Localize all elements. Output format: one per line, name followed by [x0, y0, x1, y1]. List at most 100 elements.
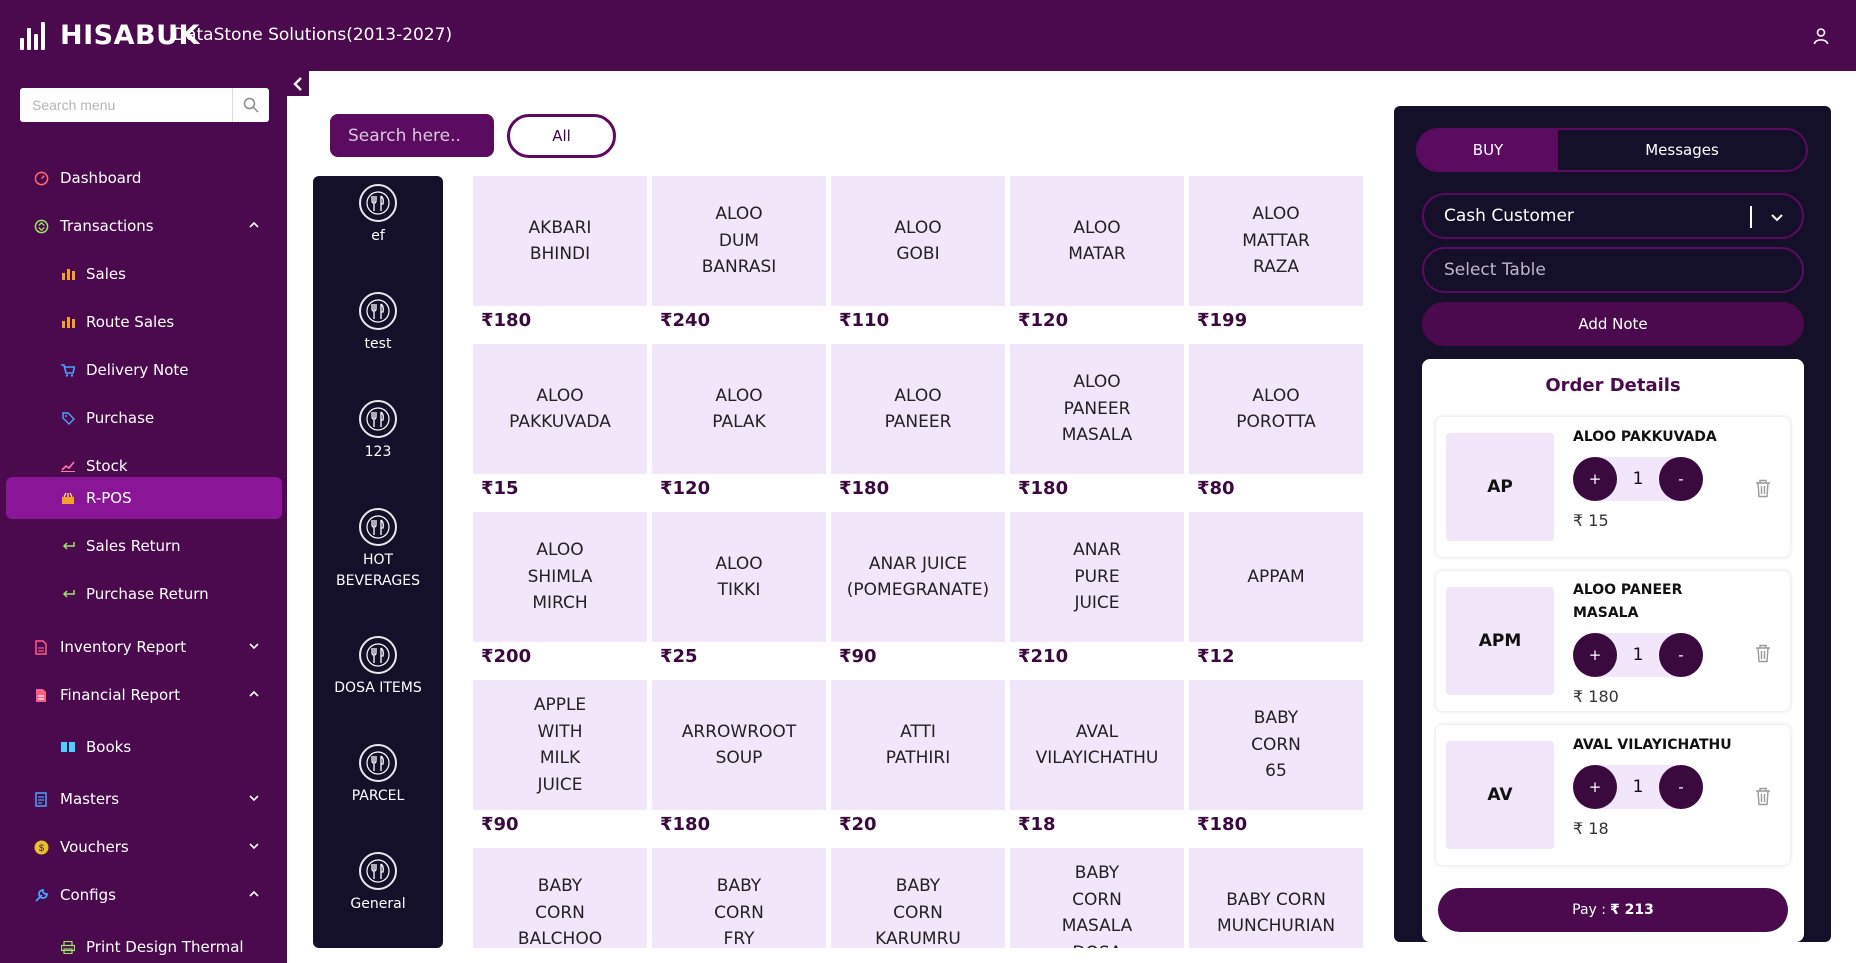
product-tile[interactable]: ALOO SHIMLA MIRCH	[473, 512, 647, 642]
user-icon[interactable]	[1808, 23, 1834, 49]
category-item[interactable]: 123	[313, 400, 443, 463]
product-price: ₹20	[839, 814, 877, 835]
product-price: ₹80	[1197, 478, 1235, 499]
quantity-value[interactable]: 1	[1617, 765, 1659, 809]
tab-messages[interactable]: Messages	[1558, 130, 1806, 170]
svg-text:$: $	[38, 843, 43, 853]
restaurant-icon	[359, 508, 397, 546]
add-note-button[interactable]: Add Note	[1422, 302, 1804, 346]
restaurant-icon	[359, 636, 397, 674]
trash-icon[interactable]	[1754, 643, 1772, 663]
book-icon	[60, 739, 76, 755]
sidebar-item-r-pos[interactable]: R-POS	[6, 477, 282, 519]
product-price: ₹15	[481, 478, 519, 499]
product-price: ₹180	[481, 310, 532, 331]
sidebar-item-label: Purchase	[86, 409, 155, 427]
product-tile[interactable]: BABY CORN 65	[1189, 680, 1363, 810]
quantity-value[interactable]: 1	[1617, 633, 1659, 677]
sidebar-item-books[interactable]: Books	[6, 726, 282, 768]
sidebar-item-route-sales[interactable]: Route Sales	[6, 301, 282, 343]
sidebar-item-transactions[interactable]: Transactions	[6, 205, 282, 247]
sidebar-item-inventory-report[interactable]: Inventory Report	[6, 626, 282, 668]
product-tile[interactable]: ALOO MATTAR RAZA	[1189, 176, 1363, 306]
sidebar-item-sales[interactable]: Sales	[6, 253, 282, 295]
product-tile[interactable]: ALOO PALAK	[652, 344, 826, 474]
product-tile[interactable]: BABY CORN FRY	[652, 848, 826, 948]
product-tile[interactable]: ALOO PANEER	[831, 344, 1005, 474]
sidebar-item-financial-report[interactable]: Financial Report	[6, 674, 282, 716]
decrease-button[interactable]: -	[1659, 457, 1703, 501]
pay-button[interactable]: Pay : ₹ 213	[1438, 888, 1788, 932]
product-tile[interactable]: ALOO DUM BANRASI	[652, 176, 826, 306]
sidebar-item-masters[interactable]: Masters	[6, 778, 282, 820]
customer-select[interactable]: Cash Customer	[1422, 193, 1804, 239]
collapse-sidebar-button[interactable]	[287, 71, 309, 96]
sidebar-item-configs[interactable]: Configs	[6, 874, 282, 916]
product-tile[interactable]: APPLE WITH MILK JUICE	[473, 680, 647, 810]
search-menu-input[interactable]	[20, 88, 233, 122]
sidebar-item-delivery-note[interactable]: Delivery Note	[6, 349, 282, 391]
product-search-input[interactable]	[332, 116, 492, 155]
sidebar-item-vouchers[interactable]: $ Vouchers	[6, 826, 282, 868]
category-item[interactable]: General	[313, 852, 443, 915]
search-menu	[20, 88, 269, 122]
search-icon[interactable]	[233, 88, 269, 122]
sidebar: Dashboard Transactions Sales Route Sales…	[0, 71, 287, 963]
category-item[interactable]: PARCEL	[313, 744, 443, 807]
category-item[interactable]: HOT BEVERAGES	[313, 508, 443, 592]
decrease-button[interactable]: -	[1659, 633, 1703, 677]
filter-all-button[interactable]: All	[507, 114, 616, 158]
product-tile[interactable]: ALOO MATAR	[1010, 176, 1184, 306]
bars-chart-icon	[20, 22, 45, 50]
product-tile[interactable]: ARROWROOT SOUP	[652, 680, 826, 810]
product-tile[interactable]: ALOO PAKKUVADA	[473, 344, 647, 474]
product-tile[interactable]: ALOO TIKKI	[652, 512, 826, 642]
sidebar-item-label: Delivery Note	[86, 361, 189, 379]
chevron-up-icon	[249, 221, 259, 228]
increase-button[interactable]: +	[1573, 765, 1617, 809]
product-tile[interactable]: ALOO PANEER MASALA	[1010, 344, 1184, 474]
category-item[interactable]: test	[313, 292, 443, 355]
product-price: ₹120	[660, 478, 711, 499]
increase-button[interactable]: +	[1573, 633, 1617, 677]
product-tile[interactable]: BABY CORN KARUMRU	[831, 848, 1005, 948]
trend-icon	[60, 458, 76, 474]
product-tile[interactable]: ALOO POROTTA	[1189, 344, 1363, 474]
product-tile[interactable]: BABY CORN MUNCHURIAN	[1189, 848, 1363, 948]
product-tile[interactable]: APPAM	[1189, 512, 1363, 642]
quantity-value[interactable]: 1	[1617, 457, 1659, 501]
sidebar-item-print-design-thermal[interactable]: Print Design Thermal	[6, 926, 282, 963]
product-price: ₹180	[1197, 814, 1248, 835]
decrease-button[interactable]: -	[1659, 765, 1703, 809]
product-tile[interactable]: ATTI PATHIRI	[831, 680, 1005, 810]
sidebar-item-sales-return[interactable]: Sales Return	[6, 525, 282, 567]
increase-button[interactable]: +	[1573, 457, 1617, 501]
restaurant-icon	[359, 400, 397, 438]
sidebar-item-dashboard[interactable]: Dashboard	[6, 157, 282, 199]
product-tile[interactable]: AVAL VILAYICHATHU	[1010, 680, 1184, 810]
category-label: HOT BEVERAGES	[336, 552, 420, 589]
restaurant-icon	[359, 852, 397, 890]
item-price: ₹ 15	[1573, 511, 1609, 530]
tab-buy[interactable]: BUY	[1418, 130, 1558, 170]
category-item[interactable]: ef	[313, 184, 443, 247]
transactions-icon	[33, 218, 49, 234]
table-select[interactable]: Select Table	[1422, 247, 1804, 293]
product-tile[interactable]: ANAR PURE JUICE	[1010, 512, 1184, 642]
order-details: Order Details AP ALOO PAKKUVADA +1- ₹ 15 APM…	[1422, 359, 1804, 942]
sidebar-item-purchase[interactable]: Purchase	[6, 397, 282, 439]
product-tile[interactable]: AKBARI BHINDI	[473, 176, 647, 306]
bar-chart-icon	[60, 266, 76, 282]
trash-icon[interactable]	[1754, 786, 1772, 806]
sidebar-item-purchase-return[interactable]: Purchase Return	[6, 573, 282, 615]
item-abbr: APM	[1446, 587, 1554, 695]
sidebar-item-label: Configs	[60, 886, 116, 904]
product-tile[interactable]: BABY CORN BALCHOO	[473, 848, 647, 948]
product-tile[interactable]: ALOO GOBI	[831, 176, 1005, 306]
product-tile[interactable]: ANAR JUICE (POMEGRANATE)	[831, 512, 1005, 642]
chevron-down-icon	[249, 843, 259, 850]
chevron-left-icon	[293, 76, 302, 91]
trash-icon[interactable]	[1754, 478, 1772, 498]
category-item[interactable]: DOSA ITEMS	[313, 636, 443, 699]
product-tile[interactable]: BABY CORN MASALA DOSA	[1010, 848, 1184, 948]
